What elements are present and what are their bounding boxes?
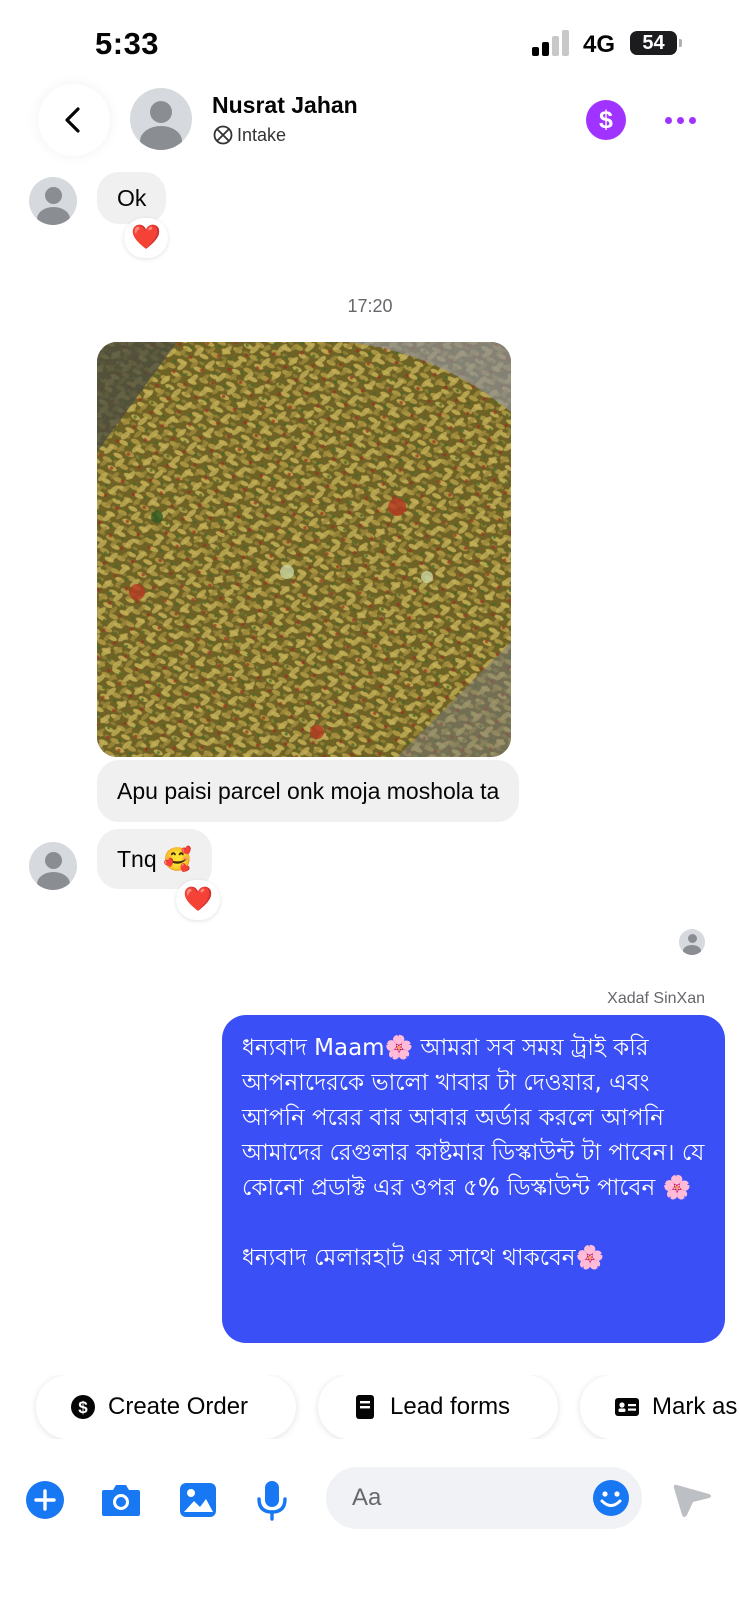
camera-button[interactable] <box>99 1478 143 1522</box>
message-bubble-ok[interactable]: Ok <box>97 172 167 224</box>
send-icon <box>673 1484 711 1517</box>
status-time: 5:33 <box>95 26 160 61</box>
sender-name: Xadaf SinXan <box>607 990 705 1007</box>
dollar-button[interactable]: $ <box>586 100 626 140</box>
gallery-icon <box>180 1483 216 1517</box>
message-timestamp: 17:20 <box>347 296 393 316</box>
battery-icon: 54 <box>630 31 682 55</box>
network-type: 4G <box>583 31 616 58</box>
chip-label: Create Order <box>108 1393 249 1420</box>
more-icon <box>665 116 672 124</box>
chip-label: Mark as <box>652 1393 738 1420</box>
more-options-button[interactable] <box>665 112 699 128</box>
contact-avatar-small <box>29 177 77 225</box>
message-text: Ok <box>117 184 147 211</box>
contact-name[interactable]: Nusrat Jahan <box>212 92 358 119</box>
heart-reaction[interactable]: ❤️ <box>176 880 220 920</box>
status-bar: 5:33 4G 54 <box>0 0 740 80</box>
seen-receipt-avatar <box>679 929 705 955</box>
intake-icon <box>213 125 233 145</box>
message-composer <box>0 1465 740 1535</box>
contact-avatar-small <box>29 842 77 890</box>
message-text: Apu paisi parcel onk moja moshola ta <box>117 777 500 804</box>
back-button[interactable] <box>38 84 110 156</box>
plus-icon <box>26 1481 64 1519</box>
chip-label: Lead forms <box>390 1393 511 1420</box>
food-photo[interactable] <box>97 342 511 757</box>
camera-icon <box>102 1485 140 1516</box>
back-arrow-icon <box>65 107 80 133</box>
microphone-icon <box>257 1481 287 1521</box>
send-button[interactable] <box>670 1478 714 1522</box>
quick-replies: $ Create Order Lead forms Mark as <box>0 1375 740 1439</box>
contact-avatar[interactable] <box>130 88 192 150</box>
dollar-icon: $ <box>599 106 613 134</box>
message-bubble-outgoing[interactable]: ধন্যবাদ Maam🌸 আমরা সব সময় ট্রাই করি আপন… <box>222 1015 725 1343</box>
message-text: ধন্যবাদ Maam🌸 আমরা সব সময় ট্রাই করি আপন… <box>242 1035 705 1271</box>
message-bubble-parcel[interactable]: Apu paisi parcel onk moja moshola ta <box>97 760 520 822</box>
message-input-box[interactable] <box>326 1467 642 1529</box>
lead-forms-chip[interactable]: Lead forms <box>318 1375 558 1439</box>
voice-button[interactable] <box>250 1478 294 1522</box>
plus-button[interactable] <box>23 1478 67 1522</box>
gallery-button[interactable] <box>176 1478 220 1522</box>
contact-source: Intake <box>212 124 286 146</box>
cellular-signal-icon <box>532 30 572 56</box>
heart-reaction[interactable]: ❤️ <box>124 218 168 258</box>
create-order-chip[interactable]: $ Create Order <box>36 1375 296 1439</box>
message-text: Tnq 🥰 <box>117 845 192 872</box>
mark-as-chip[interactable]: Mark as <box>580 1375 740 1439</box>
form-icon <box>356 1395 374 1419</box>
svg-text:$: $ <box>78 1398 88 1417</box>
id-card-icon <box>615 1398 639 1416</box>
message-input[interactable] <box>352 1479 572 1517</box>
food-photo-image <box>97 342 511 757</box>
contact-source-label: Intake <box>237 124 287 145</box>
dollar-circle-icon: $ <box>71 1395 95 1419</box>
emoji-icon[interactable] <box>592 1479 630 1517</box>
